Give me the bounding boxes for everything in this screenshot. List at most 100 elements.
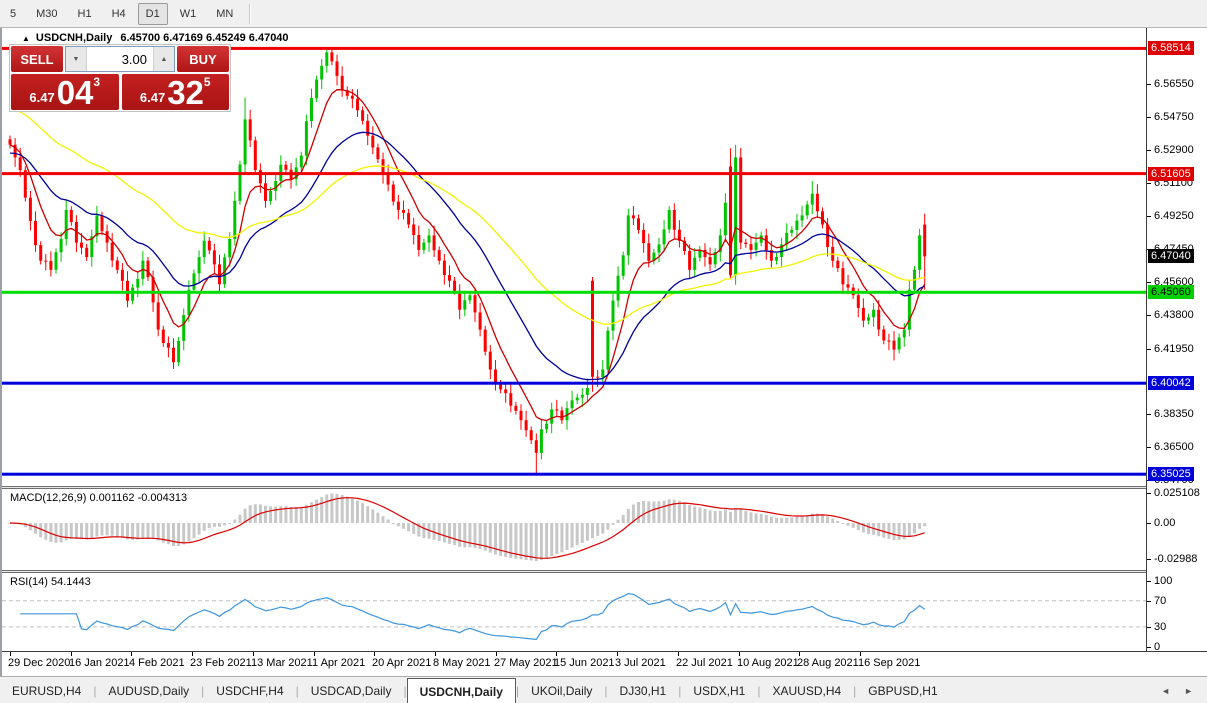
timeframe-button-m30[interactable]: M30: [28, 3, 65, 25]
rsi-tick-tick: [1147, 627, 1151, 628]
price-tick: 6.56550: [1154, 78, 1194, 90]
price-tick-tick: [1147, 315, 1151, 316]
date-label: 16 Jan 2021: [69, 657, 130, 669]
date-label: 3 Jul 2021: [615, 657, 666, 669]
volume-stepper: ▼ 3.00 ▲: [65, 46, 175, 72]
rsi-chart: [2, 573, 1146, 651]
macd-tick: 0.025108: [1154, 487, 1200, 499]
date-tick: [374, 652, 375, 656]
rsi-tick-tick: [1147, 601, 1151, 602]
tab-xauusd-h4[interactable]: XAUUSD,H4: [760, 677, 853, 703]
macd-label: MACD(12,26,9) 0.001162 -0.004313: [10, 492, 187, 504]
tab-eurusd-h4[interactable]: EURUSD,H4: [0, 677, 93, 703]
date-label: 8 May 2021: [433, 657, 490, 669]
timeframe-button-h4[interactable]: H4: [104, 3, 134, 25]
sell-button[interactable]: SELL: [11, 46, 63, 72]
collapse-triangle-icon[interactable]: ▲: [22, 34, 30, 43]
timeframe-button-5[interactable]: 5: [2, 3, 24, 25]
timeframe-button-w1[interactable]: W1: [172, 3, 205, 25]
date-label: 23 Feb 2021: [190, 657, 252, 669]
buy-price-box[interactable]: 6.47 32 5: [122, 74, 230, 110]
price-tick-tick: [1147, 216, 1151, 217]
macd-tick-tick: [1147, 493, 1151, 494]
buy-price-big: 32: [167, 78, 204, 108]
rsi-panel[interactable]: RSI(14) 54.1443: [2, 573, 1146, 651]
tab-audusd-daily[interactable]: AUDUSD,Daily: [96, 677, 201, 703]
chart-symbol-period: USDCNH,Daily: [36, 32, 112, 44]
price-tick: 6.36500: [1154, 441, 1194, 453]
price-axis: 6.565506.547506.529006.511006.492506.474…: [1146, 28, 1207, 651]
sell-price-big: 04: [57, 78, 94, 108]
sell-price-box[interactable]: 6.47 04 3: [11, 74, 119, 110]
trading-terminal: 5M30H1H4D1W1MN ▲ USDCNH,Daily 6.45700 6.47…: [0, 0, 1207, 703]
rsi-label: RSI(14) 54.1443: [10, 576, 91, 588]
date-tick: [10, 652, 11, 656]
date-tick: [435, 652, 436, 656]
price-tick: 6.49250: [1154, 210, 1194, 222]
macd-tick-tick: [1147, 559, 1151, 560]
level-price-badge: 6.51605: [1148, 167, 1194, 181]
chart-window: ▲ USDCNH,Daily 6.45700 6.47169 6.45249 6.4…: [0, 28, 1207, 676]
date-label: 4 Feb 2021: [129, 657, 185, 669]
sell-price-sup: 3: [93, 76, 100, 88]
level-price-badge: 6.45060: [1148, 285, 1194, 299]
date-tick: [739, 652, 740, 656]
tab-ukoil-daily[interactable]: UKOil,Daily: [519, 677, 604, 703]
date-label: 10 Aug 2021: [737, 657, 799, 669]
macd-tick-tick: [1147, 523, 1151, 524]
tab-gbpusd-h1[interactable]: GBPUSD,H1: [856, 677, 949, 703]
date-tick: [253, 652, 254, 656]
date-tick: [71, 652, 72, 656]
price-tick: 6.52900: [1154, 144, 1194, 156]
date-tick: [617, 652, 618, 656]
rsi-tick: 70: [1154, 595, 1166, 607]
volume-field[interactable]: 3.00: [87, 47, 153, 71]
chart-ohlc-values: 6.45700 6.47169 6.45249 6.47040: [120, 32, 288, 44]
buy-button[interactable]: BUY: [177, 46, 229, 72]
date-tick: [131, 652, 132, 656]
timeframe-button-h1[interactable]: H1: [70, 3, 100, 25]
date-label: 16 Sep 2021: [858, 657, 920, 669]
one-click-trade-panel: SELL ▼ 3.00 ▲ BUY 6.47 04 3 6.47: [9, 44, 231, 112]
price-tick: 6.54750: [1154, 111, 1194, 123]
toolbar-separator: [249, 4, 251, 24]
tab-dj30-h1[interactable]: DJ30,H1: [608, 677, 679, 703]
tab-usdx-h1[interactable]: USDX,H1: [681, 677, 757, 703]
tab-usdcnh-daily[interactable]: USDCNH,Daily: [407, 678, 516, 703]
date-tick: [799, 652, 800, 656]
timeframe-button-d1[interactable]: D1: [138, 3, 168, 25]
price-tick-tick: [1147, 447, 1151, 448]
tab-usdcad-daily[interactable]: USDCAD,Daily: [299, 677, 404, 703]
price-tick: 6.43800: [1154, 309, 1194, 321]
current-price-badge: 6.47040: [1148, 249, 1194, 263]
volume-decrease-icon[interactable]: ▼: [66, 47, 87, 71]
price-tick: 6.41950: [1154, 343, 1194, 355]
macd-tick: -0.02988: [1154, 553, 1197, 565]
date-label: 29 Dec 2020: [8, 657, 70, 669]
tab-usdchf-h4[interactable]: USDCHF,H4: [204, 677, 295, 703]
tab-scroll-left-icon[interactable]: ◄: [1161, 686, 1170, 696]
price-tick: 6.38350: [1154, 408, 1194, 420]
price-tick-tick: [1147, 183, 1151, 184]
chart-tab-bar: EURUSD,H4|AUDUSD,Daily|USDCHF,H4|USDCAD,…: [0, 676, 1207, 703]
timeframe-button-mn[interactable]: MN: [208, 3, 241, 25]
level-price-badge: 6.40042: [1148, 376, 1194, 390]
rsi-tick: 30: [1154, 621, 1166, 633]
macd-tick: 0.00: [1154, 517, 1175, 529]
date-tick: [678, 652, 679, 656]
price-tick-tick: [1147, 84, 1151, 85]
price-tick-tick: [1147, 282, 1151, 283]
price-chart-panel[interactable]: ▲ USDCNH,Daily 6.45700 6.47169 6.45249 6.4…: [2, 28, 1146, 486]
date-label: 13 Mar 2021: [251, 657, 313, 669]
date-tick: [496, 652, 497, 656]
date-label: 15 Jun 2021: [554, 657, 615, 669]
price-tick-tick: [1147, 117, 1151, 118]
tab-scroll-right-icon[interactable]: ►: [1184, 686, 1193, 696]
date-tick: [556, 652, 557, 656]
macd-panel[interactable]: MACD(12,26,9) 0.001162 -0.004313: [2, 489, 1146, 570]
sell-price-small: 6.47: [29, 88, 54, 108]
date-tick: [314, 652, 315, 656]
buy-price-small: 6.47: [140, 88, 165, 108]
volume-increase-icon[interactable]: ▲: [153, 47, 174, 71]
price-tick-tick: [1147, 414, 1151, 415]
